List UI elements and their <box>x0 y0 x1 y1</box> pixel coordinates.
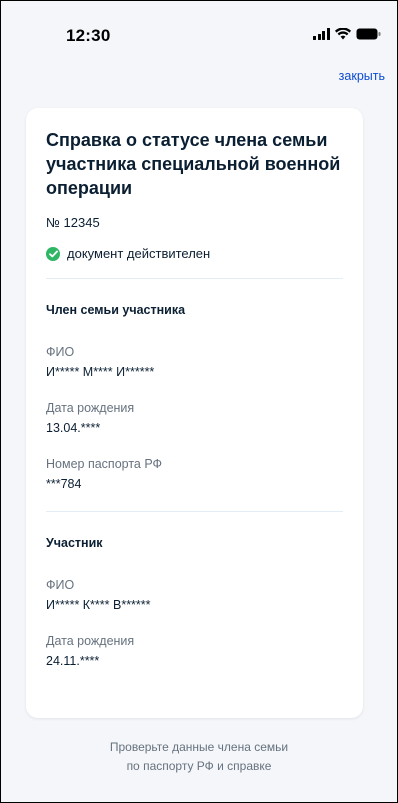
wifi-icon <box>334 28 351 40</box>
validity-text: документ действителен <box>67 246 211 261</box>
signal-icon <box>313 28 330 40</box>
divider <box>46 511 343 512</box>
battery-icon <box>356 28 381 40</box>
section-title-participant: Участник <box>46 536 103 550</box>
document-number: № 12345 <box>46 215 100 230</box>
family-member-birth-field: Дата рождения 13.04.**** <box>46 401 343 435</box>
birth-date-label: Дата рождения <box>46 634 135 648</box>
status-bar: 12:30 <box>1 1 397 59</box>
family-member-fio-field: ФИО И***** М**** И****** <box>46 345 343 379</box>
fio-value: И***** К**** В****** <box>46 598 151 612</box>
status-icons <box>313 26 381 40</box>
validity-status: документ действителен <box>46 246 343 261</box>
passport-label: Номер паспорта РФ <box>46 457 163 471</box>
check-circle-icon <box>46 246 60 261</box>
birth-date-value: 24.11.**** <box>46 654 100 668</box>
footer-note: Проверьте данные члена семьи по паспорту… <box>1 738 397 776</box>
phone-screen: 12:30 закрыть Справка о статусе члена се… <box>0 0 398 803</box>
birth-date-value: 13.04.**** <box>46 421 101 435</box>
fio-label: ФИО <box>46 345 75 359</box>
family-member-passport-field: Номер паспорта РФ ***784 <box>46 457 343 491</box>
footer-note-line-1: Проверьте данные члена семьи <box>109 740 289 754</box>
fio-label: ФИО <box>46 578 75 592</box>
close-button[interactable]: закрыть <box>339 69 385 83</box>
participant-birth-field: Дата рождения 24.11.**** <box>46 634 343 668</box>
footer-note-line-2: по паспорту РФ и справке <box>126 759 272 773</box>
status-time: 12:30 <box>66 26 111 45</box>
divider <box>46 278 343 279</box>
certificate-card: Справка о статусе члена семьи участника … <box>26 108 363 718</box>
document-title: Справка о статусе члена семьи участника … <box>46 130 341 198</box>
birth-date-label: Дата рождения <box>46 401 135 415</box>
participant-fio-field: ФИО И***** К**** В****** <box>46 578 343 612</box>
passport-value: ***784 <box>46 477 82 491</box>
fio-value: И***** М**** И****** <box>46 365 155 379</box>
section-title-family-member: Член семьи участника <box>46 303 186 317</box>
